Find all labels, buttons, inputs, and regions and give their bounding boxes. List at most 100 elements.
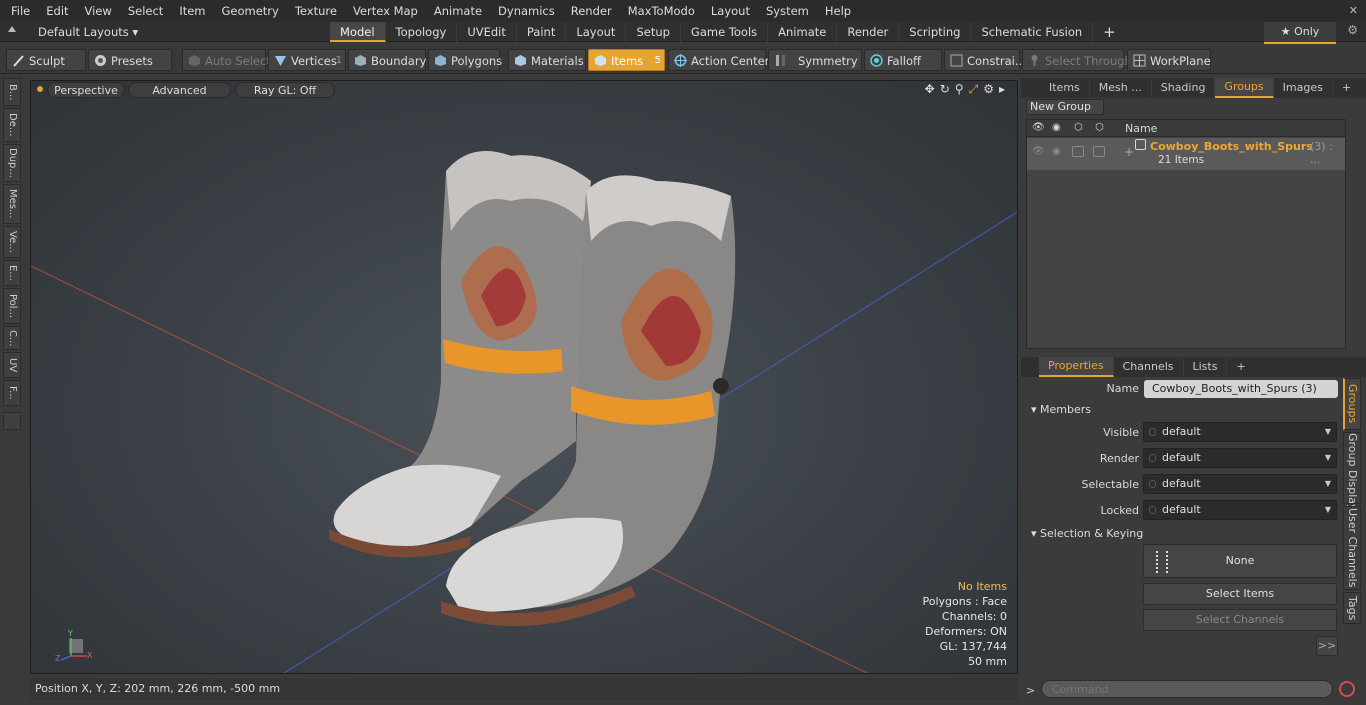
- presets-button[interactable]: Presets: [88, 49, 172, 71]
- render-toggle-icon[interactable]: ◉: [1052, 146, 1061, 157]
- tab-groups[interactable]: Groups: [1215, 78, 1274, 98]
- 3d-viewport[interactable]: Y X Z Perspective Advanced Ray GL: Off ✥…: [30, 80, 1018, 674]
- default-layouts-dropdown[interactable]: Default Layouts ▾: [38, 22, 138, 42]
- falloff-button[interactable]: Falloff: [864, 49, 942, 71]
- visibility-col-icon[interactable]: 👁: [1032, 122, 1045, 133]
- name-column-header[interactable]: Name: [1125, 122, 1157, 135]
- only-toggle[interactable]: ★ Only: [1264, 22, 1336, 44]
- tab-channels[interactable]: Channels: [1114, 358, 1184, 376]
- left-tab-fusion[interactable]: F...: [3, 380, 21, 406]
- menu-vertex-map[interactable]: Vertex Map: [345, 0, 426, 22]
- side-tab-group-display[interactable]: Group Display: [1343, 432, 1361, 511]
- menu-dynamics[interactable]: Dynamics: [490, 0, 563, 22]
- close-icon[interactable]: ✕: [1349, 4, 1358, 17]
- sculpt-button[interactable]: Sculpt: [6, 49, 86, 71]
- menu-animate[interactable]: Animate: [426, 0, 490, 22]
- tab-game-tools[interactable]: Game Tools: [681, 22, 769, 42]
- menu-view[interactable]: View: [77, 0, 120, 22]
- add-tab-button[interactable]: +: [1093, 22, 1126, 42]
- expand-icon[interactable]: [8, 26, 16, 32]
- left-tab-polygon[interactable]: Pol...: [3, 288, 21, 324]
- zoom-view-icon[interactable]: ⚲: [955, 82, 964, 97]
- tab-setup[interactable]: Setup: [626, 22, 681, 42]
- perspective-button[interactable]: Perspective: [47, 82, 125, 98]
- menu-item[interactable]: Item: [171, 0, 213, 22]
- viewport-settings-icon[interactable]: ⚙: [983, 82, 994, 97]
- visible-select[interactable]: default ▼: [1143, 422, 1337, 442]
- name-field[interactable]: Cowboy_Boots_with_Spurs (3): [1144, 380, 1338, 398]
- left-tab-duplicate[interactable]: Dup...: [3, 144, 21, 182]
- boundary-button[interactable]: Boundary: [348, 49, 426, 71]
- select-items-button[interactable]: Select Items: [1143, 583, 1337, 605]
- select-channels-button[interactable]: Select Channels: [1143, 609, 1337, 631]
- side-tab-tags[interactable]: Tags: [1343, 592, 1361, 624]
- menu-texture[interactable]: Texture: [287, 0, 345, 22]
- tab-paint[interactable]: Paint: [517, 22, 567, 42]
- eye-icon[interactable]: 👁: [1032, 146, 1045, 157]
- lock-col-icon[interactable]: ⬡: [1095, 122, 1104, 133]
- select-col-icon[interactable]: ⬡: [1074, 122, 1083, 133]
- menu-help[interactable]: Help: [817, 0, 859, 22]
- lock-toggle[interactable]: [1093, 146, 1105, 157]
- auto-select-button[interactable]: Auto Select: [182, 49, 271, 71]
- expand-group-icon[interactable]: +: [1124, 145, 1134, 159]
- left-tab-edge[interactable]: E...: [3, 260, 21, 286]
- group-row[interactable]: 👁 ◉ + Cowboy_Boots_with_Spurs (3) : ... …: [1027, 138, 1345, 170]
- selectable-select[interactable]: default ▼: [1143, 474, 1337, 494]
- tab-images[interactable]: Images: [1274, 79, 1333, 97]
- rotate-view-icon[interactable]: ↻: [940, 82, 950, 97]
- members-section-header[interactable]: ▾ Members: [1031, 403, 1091, 416]
- symmetry-button[interactable]: Symmetry: [768, 49, 862, 71]
- side-tab-groups[interactable]: Groups: [1343, 378, 1361, 430]
- tab-model[interactable]: Model: [330, 22, 386, 42]
- tab-items[interactable]: Items: [1021, 79, 1090, 97]
- action-center-button[interactable]: Action Center: [668, 49, 769, 71]
- more-button[interactable]: >>: [1316, 636, 1338, 656]
- tab-layout[interactable]: Layout: [566, 22, 627, 42]
- tab-uvedit[interactable]: UVEdit: [457, 22, 517, 42]
- tab-animate[interactable]: Animate: [768, 22, 838, 42]
- tab-lists[interactable]: Lists: [1184, 358, 1228, 376]
- tab-scripting[interactable]: Scripting: [899, 22, 972, 42]
- vertices-button[interactable]: Vertices 1: [268, 49, 346, 71]
- items-button[interactable]: Items 5: [588, 49, 665, 71]
- side-tab-user-channels[interactable]: User Channels: [1343, 506, 1361, 590]
- viewport-menu-icon[interactable]: [37, 86, 43, 92]
- materials-button[interactable]: Materials: [508, 49, 586, 71]
- add-properties-tab-button[interactable]: +: [1227, 358, 1254, 376]
- render-col-icon[interactable]: ◉: [1052, 122, 1061, 133]
- polygons-button[interactable]: Polygons: [428, 49, 502, 71]
- none-button[interactable]: None: [1143, 544, 1337, 578]
- render-select[interactable]: default ▼: [1143, 448, 1337, 468]
- add-panel-tab-button[interactable]: +: [1333, 79, 1360, 97]
- left-tab-uv[interactable]: UV: [3, 352, 21, 378]
- locked-select[interactable]: default ▼: [1143, 500, 1337, 520]
- select-through-button[interactable]: Select Through: [1022, 49, 1132, 71]
- advanced-button[interactable]: Advanced: [128, 82, 231, 98]
- left-tab-more[interactable]: [3, 412, 21, 430]
- workplane-button[interactable]: WorkPlane: [1127, 49, 1211, 71]
- selectable-toggle[interactable]: [1072, 146, 1084, 157]
- gear-icon[interactable]: ⚙: [1347, 23, 1358, 37]
- menu-select[interactable]: Select: [120, 0, 171, 22]
- left-tab-basic[interactable]: B...: [3, 78, 21, 106]
- left-tab-deform[interactable]: De...: [3, 108, 21, 142]
- left-tab-curve[interactable]: C...: [3, 326, 21, 350]
- tab-shading[interactable]: Shading: [1152, 79, 1216, 97]
- tab-mesh[interactable]: Mesh ...: [1090, 79, 1152, 97]
- move-view-icon[interactable]: ✥: [925, 82, 935, 97]
- tab-topology[interactable]: Topology: [386, 22, 458, 42]
- new-group-button[interactable]: New Group: [1026, 99, 1104, 115]
- maximize-icon[interactable]: ⤢: [969, 82, 979, 97]
- menu-render[interactable]: Render: [563, 0, 620, 22]
- tab-schematic-fusion[interactable]: Schematic Fusion: [971, 22, 1094, 42]
- left-tab-vertex[interactable]: Ve...: [3, 226, 21, 258]
- record-icon[interactable]: [1339, 681, 1355, 697]
- left-tab-mesh-edit[interactable]: Mes...: [3, 184, 21, 224]
- menu-maxtomodo[interactable]: MaxToModo: [620, 0, 703, 22]
- command-input[interactable]: [1041, 680, 1333, 698]
- constraints-button[interactable]: Constrai...: [944, 49, 1026, 71]
- menu-system[interactable]: System: [758, 0, 817, 22]
- viewport-more-icon[interactable]: ▸: [999, 82, 1005, 97]
- raygl-button[interactable]: Ray GL: Off: [235, 82, 335, 98]
